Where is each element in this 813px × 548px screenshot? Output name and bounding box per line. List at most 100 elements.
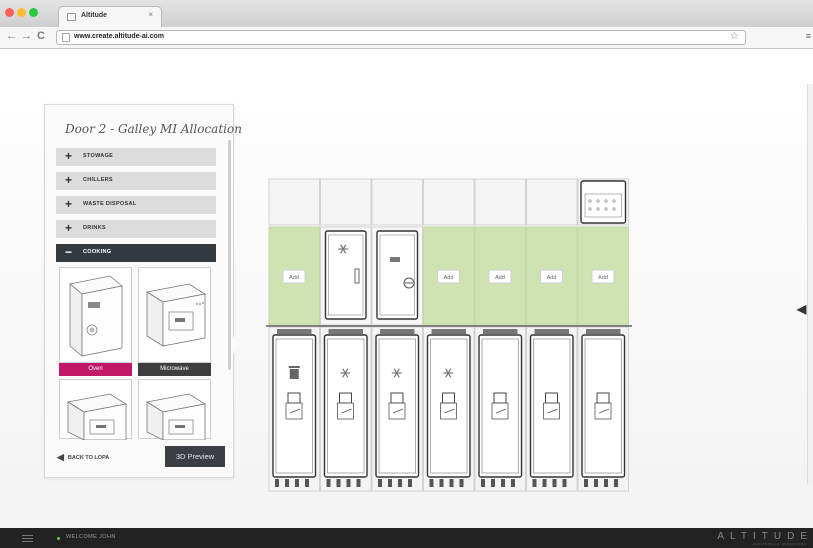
trolley-cart[interactable] xyxy=(426,334,471,478)
wheel xyxy=(439,479,444,487)
wheel xyxy=(295,479,299,487)
wheel xyxy=(584,479,588,487)
trolley-cart[interactable] xyxy=(272,334,317,478)
expand-icon: + xyxy=(65,221,73,235)
menu-icon[interactable] xyxy=(22,535,33,542)
wheel xyxy=(336,479,341,487)
reload-icon[interactable]: C xyxy=(37,30,45,42)
bookmark-star-icon[interactable]: ☆ xyxy=(730,31,739,42)
status-dot xyxy=(57,537,60,540)
trolley-cart[interactable] xyxy=(323,334,368,478)
top-compartment[interactable] xyxy=(371,178,423,226)
zoom-window-icon[interactable] xyxy=(29,8,38,17)
trash-icon xyxy=(289,369,299,379)
oven-label[interactable]: Oven xyxy=(59,363,132,376)
oven-module[interactable] xyxy=(376,230,419,320)
top-storage-unit[interactable] xyxy=(580,180,627,224)
category-chillers[interactable]: + CHILLERS xyxy=(56,172,216,190)
category-label: DRINKS xyxy=(83,225,106,231)
close-tab-icon[interactable]: × xyxy=(148,10,153,19)
category-drinks[interactable]: + DRINKS xyxy=(56,220,216,238)
category-waste-disposal[interactable]: + WASTE DISPOSAL xyxy=(56,196,216,214)
cart-latch xyxy=(431,329,466,334)
wheel xyxy=(501,479,505,487)
wheel xyxy=(305,479,309,487)
wheel xyxy=(356,479,361,487)
cart-latch xyxy=(483,329,518,334)
page-canvas: Door 2 - Galley MI Allocation + STOWAGE … xyxy=(0,49,813,528)
browser-tab[interactable]: Altitude × xyxy=(58,6,162,27)
wheel xyxy=(481,479,485,487)
microwave-card-2[interactable] xyxy=(59,379,132,441)
category-label: STOWAGE xyxy=(83,153,114,159)
3d-preview-button[interactable]: 3D Preview xyxy=(165,446,225,467)
bottom-bar: WELCOME JOHN ALTITUDE AEROSPACE INTERIOR… xyxy=(0,528,813,548)
microwave-label[interactable]: Microwave xyxy=(138,363,211,376)
chiller-module[interactable] xyxy=(324,230,367,320)
wheel xyxy=(388,479,392,487)
wheel xyxy=(285,479,289,487)
browser-tab-strip: Altitude × xyxy=(0,0,813,27)
trolley-cart[interactable] xyxy=(478,334,523,478)
microwave-card[interactable] xyxy=(138,267,211,363)
add-button-label: Add xyxy=(547,275,557,281)
wheel xyxy=(346,479,351,487)
expand-icon: + xyxy=(65,149,73,163)
wheel xyxy=(542,479,547,487)
top-compartment[interactable] xyxy=(474,178,526,226)
category-label: COOKING xyxy=(83,249,112,255)
top-compartment[interactable] xyxy=(526,178,578,226)
collapse-arrow-icon[interactable]: ◀ xyxy=(797,302,806,316)
microwave-icon xyxy=(66,393,128,441)
top-compartment[interactable] xyxy=(268,178,320,226)
trash-icon xyxy=(288,366,300,368)
back-arrow-icon: ◀ xyxy=(57,452,64,462)
trolley-cart[interactable] xyxy=(375,334,420,478)
category-cooking[interactable]: − COOKING xyxy=(56,244,216,262)
app-screen: Altitude × ← → C www.create.altitude-ai.… xyxy=(0,0,813,548)
cart-latch xyxy=(534,329,569,334)
trolley-cart[interactable] xyxy=(529,334,574,478)
cart-latch xyxy=(586,329,621,334)
wheel xyxy=(532,479,537,487)
wheel xyxy=(604,479,608,487)
forward-arrow-icon[interactable]: → xyxy=(21,30,32,42)
wheel xyxy=(326,479,331,487)
url-text: www.create.altitude-ai.com xyxy=(74,33,164,40)
category-label: CHILLERS xyxy=(83,177,113,183)
wheel xyxy=(594,479,598,487)
page-icon xyxy=(67,13,76,21)
top-compartment[interactable] xyxy=(423,178,475,226)
expand-icon: + xyxy=(65,197,73,211)
allocation-panel: Door 2 - Galley MI Allocation + STOWAGE … xyxy=(44,104,242,478)
back-label: BACK TO LOPA xyxy=(67,454,110,461)
brand-tagline: AEROSPACE INTERIORS xyxy=(752,542,807,546)
trolley-cart[interactable] xyxy=(581,334,626,478)
oven-card[interactable] xyxy=(59,267,132,363)
add-button-label: Add xyxy=(598,275,608,281)
close-window-icon[interactable] xyxy=(5,8,14,17)
top-compartment[interactable] xyxy=(320,178,372,226)
microwave-icon xyxy=(145,283,207,347)
minimize-window-icon[interactable] xyxy=(17,8,26,17)
wheel xyxy=(429,479,434,487)
panel-title: Door 2 - Galley MI Allocation xyxy=(65,122,242,136)
brand-logo: ALTITUDE xyxy=(717,531,813,542)
add-button-label: Add xyxy=(444,275,454,281)
category-stowage[interactable]: + STOWAGE xyxy=(56,148,216,166)
back-arrow-icon[interactable]: ← xyxy=(6,30,17,42)
browser-menu-icon[interactable]: ≡ xyxy=(806,31,811,41)
wheel xyxy=(408,479,412,487)
wheel xyxy=(275,479,279,487)
wheel xyxy=(459,479,464,487)
microwave-card-3[interactable] xyxy=(138,379,211,441)
cart-latch xyxy=(380,329,415,334)
category-label: WASTE DISPOSAL xyxy=(83,201,137,207)
welcome-text: WELCOME JOHN xyxy=(66,534,116,540)
back-to-lopa-link[interactable]: ◀ BACK TO LOPA xyxy=(57,452,109,463)
galley-layout: Add Add Add Add Add xyxy=(266,177,632,497)
oven-icon xyxy=(69,275,123,357)
panel-scrollbar[interactable] xyxy=(228,140,231,370)
address-bar[interactable]: www.create.altitude-ai.com ☆ xyxy=(56,30,746,45)
panel-pointer xyxy=(233,336,241,354)
